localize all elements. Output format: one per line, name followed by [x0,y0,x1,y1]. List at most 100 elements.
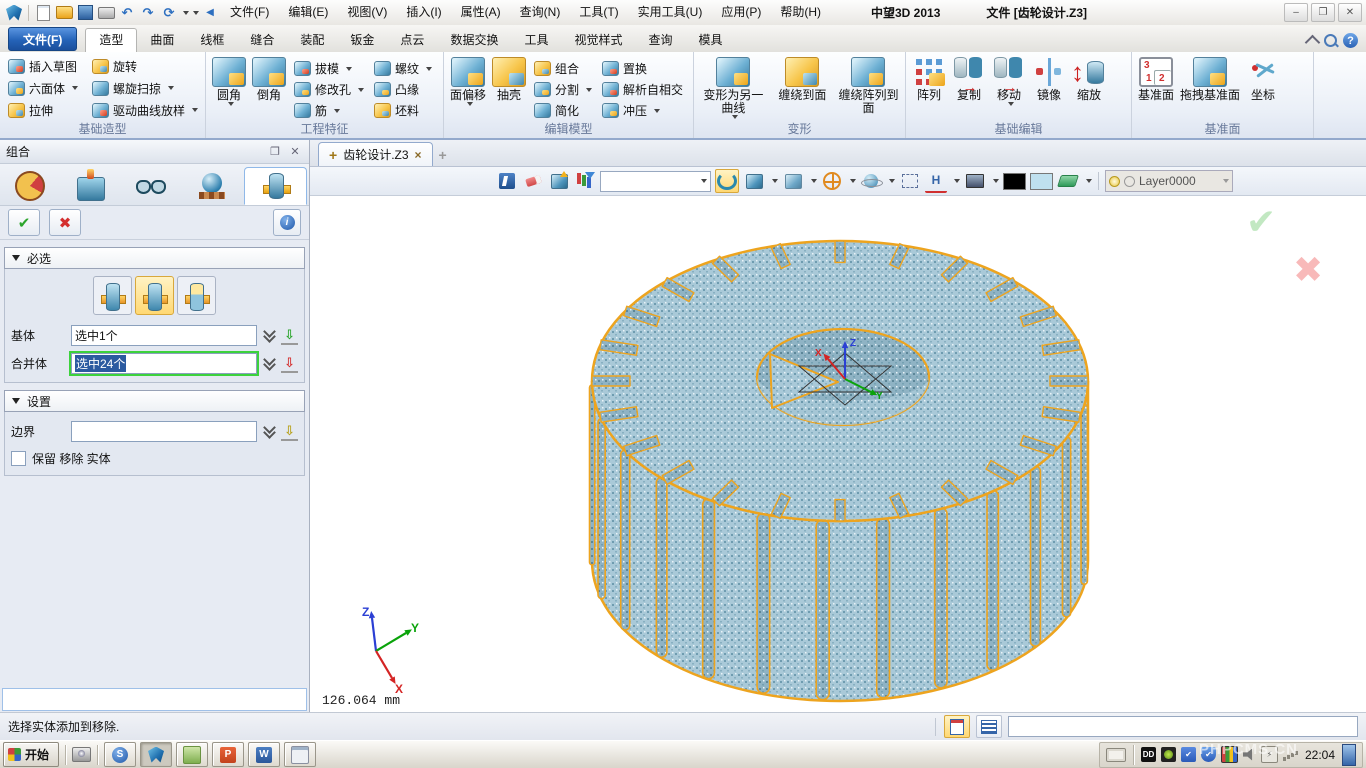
bool-add-button[interactable] [93,276,132,315]
face-color-dropdown-icon[interactable] [1086,179,1092,183]
extrude-button[interactable]: 拉伸 [6,101,80,120]
tray-grid-icon[interactable] [1221,746,1238,763]
panel-restore-icon[interactable]: ❐ [267,145,283,158]
start-button[interactable]: 开始 [3,742,59,767]
menu-inquire[interactable]: 查询(N) [511,0,570,25]
draft-dropdown-icon[interactable] [346,67,352,71]
tab-pointcloud[interactable]: 点云 [387,29,437,52]
shade-mode-dropdown-icon[interactable] [772,179,778,183]
undo-icon[interactable]: ↶ [117,3,137,22]
taskbar-app-notes[interactable] [176,742,208,767]
merge-input[interactable]: 选中24个 [71,353,257,374]
mirror-button[interactable]: 镜像 [1032,55,1066,102]
drag-datum-button[interactable]: 拖拽基准面 [1180,55,1240,102]
panel-tab-solid[interactable] [244,167,307,205]
tab-sew[interactable]: 缝合 [237,29,287,52]
show-target-button[interactable] [548,170,570,192]
menu-applications[interactable]: 应用(P) [712,0,770,25]
command-input[interactable] [1008,716,1358,737]
regen-icon[interactable]: ⟳ [159,3,179,22]
background-button[interactable] [964,170,986,192]
taskbar-app-word[interactable]: W [248,742,280,767]
required-section-header[interactable]: 必选 [4,247,305,269]
filter-combobox[interactable] [600,171,711,192]
tab-sheetmetal[interactable]: 钣金 [337,29,387,52]
tab-data-exchange[interactable]: 数据交换 [437,29,511,52]
tab-close-icon[interactable]: × [415,148,422,162]
panel-close-icon[interactable]: ✕ [287,145,303,158]
face-offset-dropdown-icon[interactable] [467,102,473,106]
render-mode-dropdown-icon[interactable] [889,179,895,183]
nvidia-icon[interactable] [1161,747,1176,762]
tab-surface[interactable]: 曲面 [137,29,187,52]
pick-filter-button[interactable] [574,170,596,192]
tab-inquire[interactable]: 查询 [635,29,685,52]
redo-icon[interactable]: ↷ [138,3,158,22]
find-command-icon[interactable] [1324,34,1337,47]
output-panel-toggle[interactable] [976,715,1002,738]
csys-button[interactable]: 坐标 [1246,55,1280,102]
panel-tab-render[interactable] [182,167,243,205]
menu-utilities[interactable]: 实用工具(U) [629,0,712,25]
move-dropdown-icon[interactable] [1008,102,1014,106]
bool-remove-button[interactable] [135,276,174,315]
fillet-dropdown-icon[interactable] [228,102,234,106]
morph-to-curve-button[interactable]: 变形为另一曲线 [700,55,767,119]
taskbar-app-browser[interactable]: S [104,742,136,767]
face-color-button[interactable] [1057,170,1079,192]
move-button[interactable]: 移动 [992,55,1026,106]
tab-mold[interactable]: 模具 [686,29,736,52]
color-swatch-black[interactable] [1003,173,1026,190]
render-mode-button[interactable] [860,170,882,192]
fillet-button[interactable]: 圆角 [212,55,246,106]
base-expand-icon[interactable] [262,331,276,341]
document-tab[interactable]: + 齿轮设计.Z3 × [318,142,433,166]
chamfer-button[interactable]: 倒角 [252,55,286,102]
menu-edit[interactable]: 编辑(E) [279,0,337,25]
exit-modeling-button[interactable] [496,170,518,192]
prompt-panel-toggle[interactable] [944,715,970,738]
shade-mode-button[interactable] [743,170,765,192]
taskbar-app-calculator[interactable] [284,742,316,767]
display-mode-button[interactable] [782,170,804,192]
boundary-expand-icon[interactable] [262,427,276,437]
lip-button[interactable]: 凸缘 [372,80,434,99]
stock-button[interactable]: 坯料 [372,101,434,120]
bool-intersect-button[interactable] [177,276,216,315]
panel-tab-gauge[interactable] [0,167,61,205]
display-mode-dropdown-icon[interactable] [811,179,817,183]
taskbar-app-zw3d[interactable] [140,742,172,767]
shell-button[interactable]: 抽壳 [492,55,526,102]
wireframe-button[interactable] [821,170,843,192]
tab-wireframe[interactable]: 线框 [187,29,237,52]
power-plug-icon[interactable]: ⚡ [1261,746,1278,763]
minimize-button[interactable]: – [1284,3,1308,22]
restore-button[interactable]: ❐ [1311,3,1335,22]
insert-sketch-button[interactable]: 插入草图 [6,57,80,76]
copy-button[interactable]: 复制 [952,55,986,102]
tab-shape[interactable]: 造型 [85,28,137,52]
spiral-sweep-dropdown-icon[interactable] [168,86,174,90]
modify-hole-button[interactable]: 修改孔 [292,80,366,99]
rib-button[interactable]: 筋 [292,101,366,120]
merge-pick-icon[interactable]: ⇩ [281,355,298,373]
taskbar-app-powerpoint[interactable]: P [212,742,244,767]
info-button[interactable]: i [273,209,301,236]
draft-button[interactable]: 拔模 [292,59,366,78]
cancel-button[interactable]: ✖ [49,209,81,236]
box-dropdown-icon[interactable] [72,86,78,90]
regen-dropdown-icon[interactable] [183,11,189,15]
divide-button[interactable]: 分割 [532,80,594,99]
thread-button[interactable]: 螺纹 [372,59,434,78]
erase-button[interactable] [522,170,544,192]
tray-check-icon[interactable]: ✔ [1181,747,1196,762]
keyboard-icon[interactable] [1106,748,1126,762]
settings-section-header[interactable]: 设置 [4,390,305,412]
menu-attributes[interactable]: 属性(A) [452,0,510,25]
face-display-active-button[interactable] [715,169,739,193]
rib-dropdown-icon[interactable] [334,109,340,113]
layer-combobox[interactable]: Layer0000 [1105,170,1233,192]
boundary-input[interactable] [71,421,257,442]
ok-button[interactable]: ✔ [8,209,40,236]
help-icon[interactable]: ? [1343,33,1358,48]
